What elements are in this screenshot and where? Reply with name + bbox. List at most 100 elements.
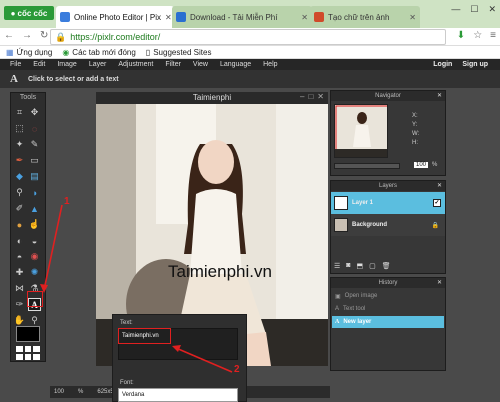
wand-icon[interactable]: ✦ <box>13 138 26 151</box>
reload-icon[interactable]: ↻ <box>40 30 48 41</box>
menu-layer[interactable]: Layer <box>89 61 107 68</box>
eraser-icon[interactable]: ▭ <box>28 154 41 167</box>
history-label: Text tool <box>343 306 366 312</box>
star-icon[interactable]: ☆ <box>473 30 482 41</box>
foreground-color-swatch[interactable] <box>16 326 40 342</box>
layer-row-background[interactable]: Background 🔒 <box>331 214 445 236</box>
bookmark-label: Các tab mới đóng <box>72 47 136 57</box>
menu-help[interactable]: Help <box>263 61 277 68</box>
menu-icon[interactable]: ≡ <box>490 30 496 41</box>
close-navigator-icon[interactable]: ✕ <box>437 91 442 101</box>
navigator-preview <box>335 105 387 157</box>
font-select[interactable]: Verdana <box>118 388 238 402</box>
gradient-icon[interactable]: ▤ <box>28 170 41 183</box>
bucket-icon[interactable]: ◆ <box>13 170 26 183</box>
close-history-icon[interactable]: ✕ <box>437 278 442 288</box>
layer-styles-icon[interactable]: ⬒ <box>357 262 364 270</box>
tab-download[interactable]: Download - Tải Miễn Phí ✕ <box>172 6 312 28</box>
highlight-text-tool <box>27 291 43 307</box>
layer-row-layer1[interactable]: Layer 1 ✓ <box>331 192 445 214</box>
zoom-readout[interactable]: 100 <box>54 389 64 395</box>
lock-icon: 🔒 <box>431 222 439 229</box>
maximize-icon[interactable]: ☐ <box>470 4 478 15</box>
canvas-text-layer[interactable]: Taimienphi.vn <box>168 262 272 282</box>
lasso-icon[interactable]: ◌ <box>28 122 41 135</box>
navigator-thumbnail[interactable] <box>334 104 388 158</box>
close-canvas-icon[interactable]: ✕ <box>317 92 324 101</box>
url-text: https://pixlr.com/editor/ <box>70 32 161 42</box>
option-hint: Click to select or add a text <box>27 75 119 83</box>
close-tab-icon[interactable]: ✕ <box>409 13 416 22</box>
close-window-icon[interactable]: ✕ <box>488 4 496 15</box>
coccoc-logo-icon: ● <box>10 8 16 18</box>
y-label: Y: <box>412 122 418 128</box>
account-links: Login Sign up <box>433 61 500 68</box>
tab-pixlr[interactable]: Online Photo Editor | Pix ✕ <box>56 6 174 28</box>
menu-view[interactable]: View <box>193 61 208 68</box>
bookmark-suggested[interactable]: ▯ Suggested Sites <box>146 48 212 57</box>
dodge-icon[interactable]: ◒ <box>28 234 41 247</box>
menu-adjustment[interactable]: Adjustment <box>118 61 153 68</box>
bookmarks-bar: ▦ Ứng dụng ◉ Các tab mới đóng ▯ Suggested S… <box>0 46 500 59</box>
layers-title-bar: Layers ✕ <box>331 181 445 191</box>
apps-grid-icon: ▦ <box>6 47 14 57</box>
bookmark-recent-tabs[interactable]: ◉ Các tab mới đóng <box>62 48 135 57</box>
menu-image[interactable]: Image <box>57 61 76 68</box>
sharpen-icon[interactable]: ● <box>13 218 26 231</box>
bookmark-apps[interactable]: ▦ Ứng dụng <box>6 48 52 57</box>
redeye-icon[interactable]: ◉ <box>28 250 41 263</box>
maximize-canvas-icon[interactable]: □ <box>308 92 313 101</box>
move-icon[interactable]: ✥ <box>28 106 41 119</box>
minimize-canvas-icon[interactable]: – <box>300 92 304 101</box>
eyedropper-icon[interactable]: ✑ <box>13 298 26 311</box>
layer-settings-icon[interactable]: ☰ <box>334 262 340 270</box>
pinch-icon[interactable]: ⋈ <box>13 282 26 295</box>
blur-icon[interactable]: ▲ <box>28 202 41 215</box>
history-item[interactable]: A Text tool <box>332 303 444 315</box>
lock-icon: 🔒 <box>55 31 67 42</box>
text-tool-indicator-icon: A <box>10 73 18 85</box>
brush-icon[interactable]: ✒ <box>13 154 26 167</box>
window-controls: — ☐ ✕ <box>451 4 496 15</box>
marquee-icon[interactable]: ⬚ <box>13 122 26 135</box>
smudge-icon[interactable]: ☝ <box>28 218 41 231</box>
browser-logo[interactable]: ● cốc cốc <box>4 6 54 20</box>
menu-filter[interactable]: Filter <box>165 61 181 68</box>
navigator-zoom-field[interactable]: 100 <box>414 162 429 168</box>
tab-title: Tạo chữ trên ảnh <box>328 12 390 22</box>
sponge-icon[interactable]: ◐ <box>13 234 26 247</box>
crop-icon[interactable]: ⌗ <box>13 106 26 119</box>
bloat-icon[interactable]: ✺ <box>28 266 41 279</box>
login-link[interactable]: Login <box>433 61 452 68</box>
forward-icon[interactable]: → <box>22 30 32 41</box>
history-item[interactable]: ▣ Open image <box>332 290 444 302</box>
menu-edit[interactable]: Edit <box>33 61 45 68</box>
tab-third[interactable]: Tạo chữ trên ảnh ✕ <box>310 6 420 28</box>
signup-link[interactable]: Sign up <box>462 61 488 68</box>
back-icon[interactable]: ← <box>4 30 14 41</box>
burn-icon[interactable]: ◓ <box>13 250 26 263</box>
close-tab-icon[interactable]: ✕ <box>301 13 308 22</box>
pixlr-favicon-icon <box>60 12 70 22</box>
drawing-icon[interactable]: ✐ <box>13 202 26 215</box>
layer-mask-icon[interactable]: ◙ <box>346 262 350 270</box>
leaf-icon[interactable]: ⬇ <box>457 30 465 41</box>
zoom-slider[interactable] <box>334 163 400 169</box>
pencil-icon[interactable]: ✎ <box>28 138 41 151</box>
close-tab-icon[interactable]: ✕ <box>165 13 172 22</box>
menu-file[interactable]: File <box>10 61 21 68</box>
layer-visible-checkbox[interactable]: ✓ <box>433 199 441 207</box>
delete-layer-icon[interactable]: 🗑 <box>382 262 391 270</box>
address-bar-actions: ⬇ ☆ ≡ <box>457 30 496 41</box>
color-swatches[interactable] <box>16 346 40 360</box>
stamp-icon[interactable]: ⚲ <box>13 186 26 199</box>
history-item[interactable]: A New layer <box>332 316 444 328</box>
step-number-1: 1 <box>64 196 70 207</box>
menu-language[interactable]: Language <box>220 61 251 68</box>
new-layer-icon[interactable]: ▢ <box>369 262 376 270</box>
color-replace-icon[interactable]: ◑ <box>28 186 41 199</box>
spot-heal-icon[interactable]: ✚ <box>13 266 26 279</box>
minimize-icon[interactable]: — <box>451 4 460 15</box>
url-field[interactable]: 🔒 https://pixlr.com/editor/ <box>50 29 446 45</box>
close-layers-icon[interactable]: ✕ <box>437 181 442 191</box>
